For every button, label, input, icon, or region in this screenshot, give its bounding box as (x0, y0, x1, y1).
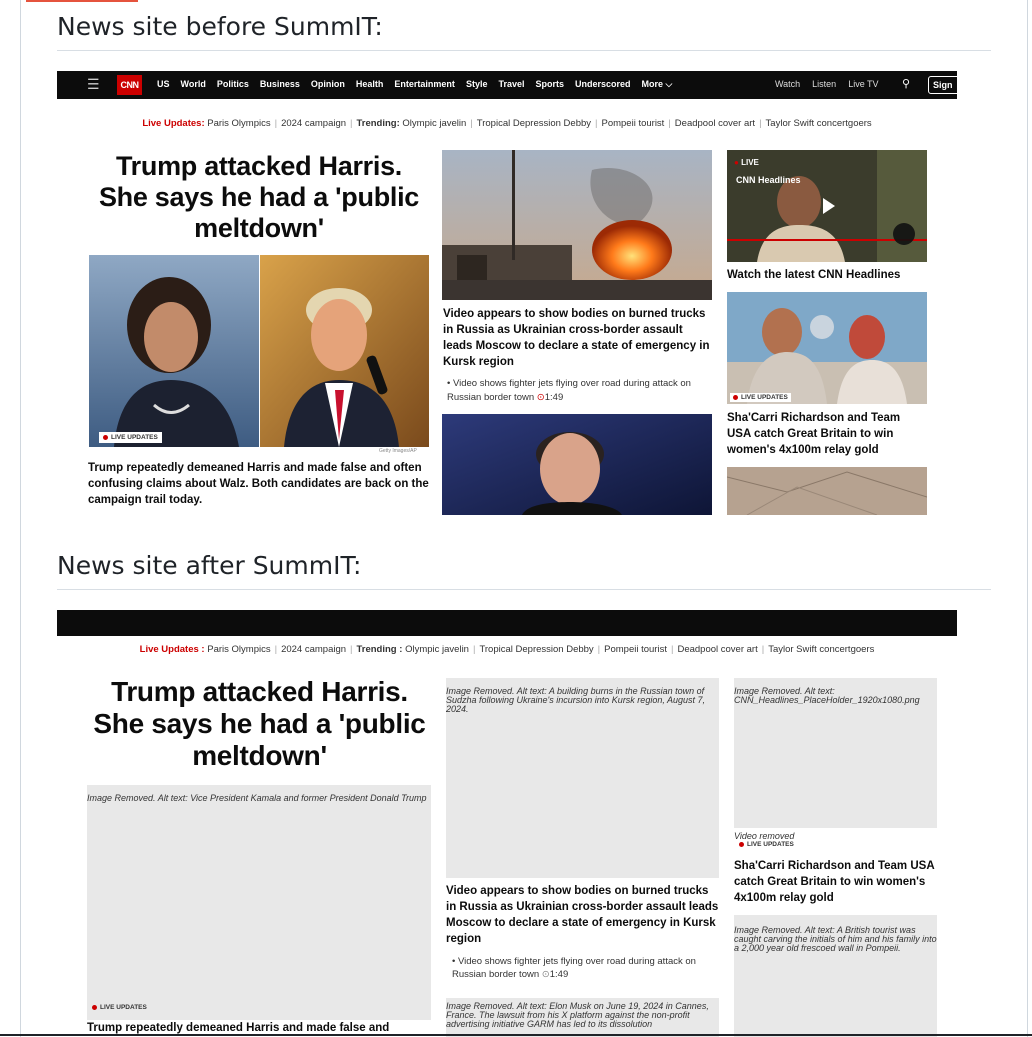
nav-links: US World Politics Business Opinion Healt… (157, 79, 672, 90)
ticker-link[interactable]: Olympic javelin (405, 644, 469, 655)
trending-label: Trending (356, 644, 397, 655)
top-accent-bar (26, 0, 138, 2)
main-image-alt-text: Image Removed. Alt text: Vice President … (87, 793, 427, 803)
middle-story-title[interactable]: Video appears to show bodies on burned t… (446, 883, 721, 947)
cnn-logo[interactable]: CNN (117, 75, 142, 95)
nav-right-links: Watch Listen Live TV (775, 79, 879, 89)
nav-link[interactable]: Sports (535, 79, 564, 90)
ticker-link[interactable]: Deadpool cover art (675, 118, 755, 129)
nav-link-live-tv[interactable]: Live TV (848, 79, 878, 89)
burning-building-photo[interactable] (442, 150, 712, 300)
nav-link[interactable]: Politics (217, 79, 249, 90)
middle-story-title[interactable]: Video appears to show bodies on burned t… (443, 306, 713, 370)
hamburger-menu-icon[interactable]: ☰ (87, 77, 100, 91)
relay-story-title[interactable]: Sha'Carri Richardson and Team USA catch … (727, 410, 927, 458)
pompeii-image-alt-text: Image Removed. Alt text: A British touri… (734, 925, 937, 953)
nav-link[interactable]: Underscored (575, 79, 631, 90)
nav-link-watch[interactable]: Watch (775, 79, 800, 89)
ticker-link[interactable]: Olympic javelin (402, 118, 466, 129)
live-updates-badge: LIVE UPDATES (92, 1004, 147, 1011)
main-headline[interactable]: Trump attacked Harris. She says he had a… (87, 676, 432, 772)
middle-story-sub[interactable]: • Video shows fighter jets flying over r… (452, 955, 717, 981)
nav-link[interactable]: World (181, 79, 206, 90)
photo-credit: Getty Images/AP (379, 448, 417, 454)
fire-image-alt-text: Image Removed. Alt text: A building burn… (446, 686, 706, 714)
nav-link[interactable]: Health (356, 79, 384, 90)
before-screenshot: ☰ CNN US World Politics Business Opinion… (57, 71, 957, 515)
ticker-link[interactable]: Paris Olympics (207, 118, 270, 129)
nav-link[interactable]: Entertainment (394, 79, 455, 90)
relay-race-photo[interactable] (727, 292, 927, 404)
watch-headlines-caption[interactable]: Watch the latest CNN Headlines (727, 268, 927, 283)
trending-ticker: Live Updates: Paris Olympics | 2024 campai… (142, 118, 872, 129)
after-screenshot: Live Updates : Paris Olympics | 2024 campa… (57, 610, 957, 1037)
nav-link-more[interactable]: More ⌵ (642, 79, 673, 90)
ticker-link[interactable]: Taylor Swift concertgoers (768, 644, 874, 655)
main-summary[interactable]: Trump repeatedly demeaned Harris and mad… (88, 460, 433, 508)
ticker-link[interactable]: Deadpool cover art (677, 644, 757, 655)
nav-link[interactable]: Travel (498, 79, 524, 90)
video-title: CNN Headlines (736, 175, 801, 185)
cnn-nav-bar: ☰ CNN US World Politics Business Opinion… (57, 71, 957, 99)
video-removed-note: Video removed (734, 831, 795, 841)
live-updates-label: Live Updates (139, 644, 199, 655)
main-headline[interactable]: Trump attacked Harris. She says he had a… (89, 151, 429, 244)
ticker-link[interactable]: Pompeii tourist (601, 118, 664, 129)
ticker-link[interactable]: Tropical Depression Debby (477, 118, 591, 129)
search-icon[interactable]: ⚲ (902, 77, 910, 90)
before-heading: News site before SummIT: (57, 12, 991, 51)
musk-image-alt-text: Image Removed. Alt text: Elon Musk on Ju… (446, 1001, 709, 1029)
trending-label: Trending: (356, 118, 400, 129)
nav-link-listen[interactable]: Listen (812, 79, 836, 89)
live-updates-badge: LIVE UPDATES (739, 841, 794, 848)
middle-story-sub[interactable]: • Video shows fighter jets flying over r… (447, 377, 707, 405)
nav-link[interactable]: Style (466, 79, 488, 90)
live-updates-label: Live Updates: (142, 118, 205, 129)
sign-in-button[interactable]: Sign (928, 76, 957, 94)
nav-link[interactable]: US (157, 79, 170, 90)
ticker-link[interactable]: 2024 campaign (281, 118, 346, 129)
pompeii-wall-photo[interactable] (727, 467, 927, 515)
trending-ticker: Live Updates : Paris Olympics | 2024 campa… (139, 644, 875, 655)
ticker-link[interactable]: Pompeii tourist (604, 644, 667, 655)
empty-nav-bar (57, 610, 957, 636)
live-updates-badge: LIVE UPDATES (730, 393, 791, 402)
ticker-link[interactable]: Taylor Swift concertgoers (766, 118, 872, 129)
after-heading: News site after SummIT: (57, 551, 991, 590)
live-updates-badge: LIVE UPDATES (99, 432, 162, 443)
relay-story-title[interactable]: Sha'Carri Richardson and Team USA catch … (734, 858, 939, 906)
ticker-link[interactable]: Paris Olympics (207, 644, 270, 655)
bottom-border (0, 1034, 1032, 1036)
live-indicator: ● LIVE (734, 158, 759, 167)
ticker-link[interactable]: Tropical Depression Debby (479, 644, 593, 655)
nav-link[interactable]: Opinion (311, 79, 345, 90)
main-image-placeholder (87, 785, 431, 1020)
harris-trump-photo[interactable] (89, 255, 429, 447)
ticker-link[interactable]: 2024 campaign (281, 644, 346, 655)
nav-link[interactable]: Business (260, 79, 300, 90)
elon-musk-photo[interactable] (442, 414, 712, 515)
video-image-alt-text: Image Removed. Alt text: CNN_Headlines_P… (734, 686, 920, 705)
